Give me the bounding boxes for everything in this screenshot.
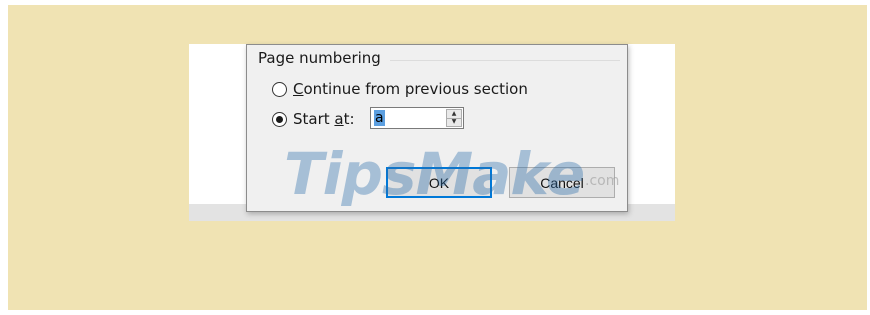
- start-at-option[interactable]: Start at:: [272, 110, 355, 128]
- page-number-format-dialog: Page numbering Continue from previous se…: [246, 44, 628, 212]
- continue-option-label: Continue from previous section: [293, 80, 528, 98]
- ok-button[interactable]: OK: [386, 167, 492, 198]
- start-at-spinner[interactable]: a ▲ ▼: [370, 107, 464, 129]
- continue-from-previous-option[interactable]: Continue from previous section: [272, 80, 528, 98]
- spinner-buttons: ▲ ▼: [446, 109, 462, 127]
- group-divider: [390, 60, 620, 61]
- spin-up-icon[interactable]: ▲: [447, 110, 461, 118]
- spin-down-icon[interactable]: ▼: [447, 117, 461, 127]
- start-at-value[interactable]: a: [374, 110, 385, 126]
- cancel-button[interactable]: Cancel: [509, 167, 615, 198]
- start-at-label: Start at:: [293, 110, 355, 128]
- page-numbering-group-title: Page numbering: [258, 49, 381, 67]
- continue-radio-button[interactable]: [272, 81, 287, 97]
- start-at-radio-button[interactable]: [272, 111, 287, 127]
